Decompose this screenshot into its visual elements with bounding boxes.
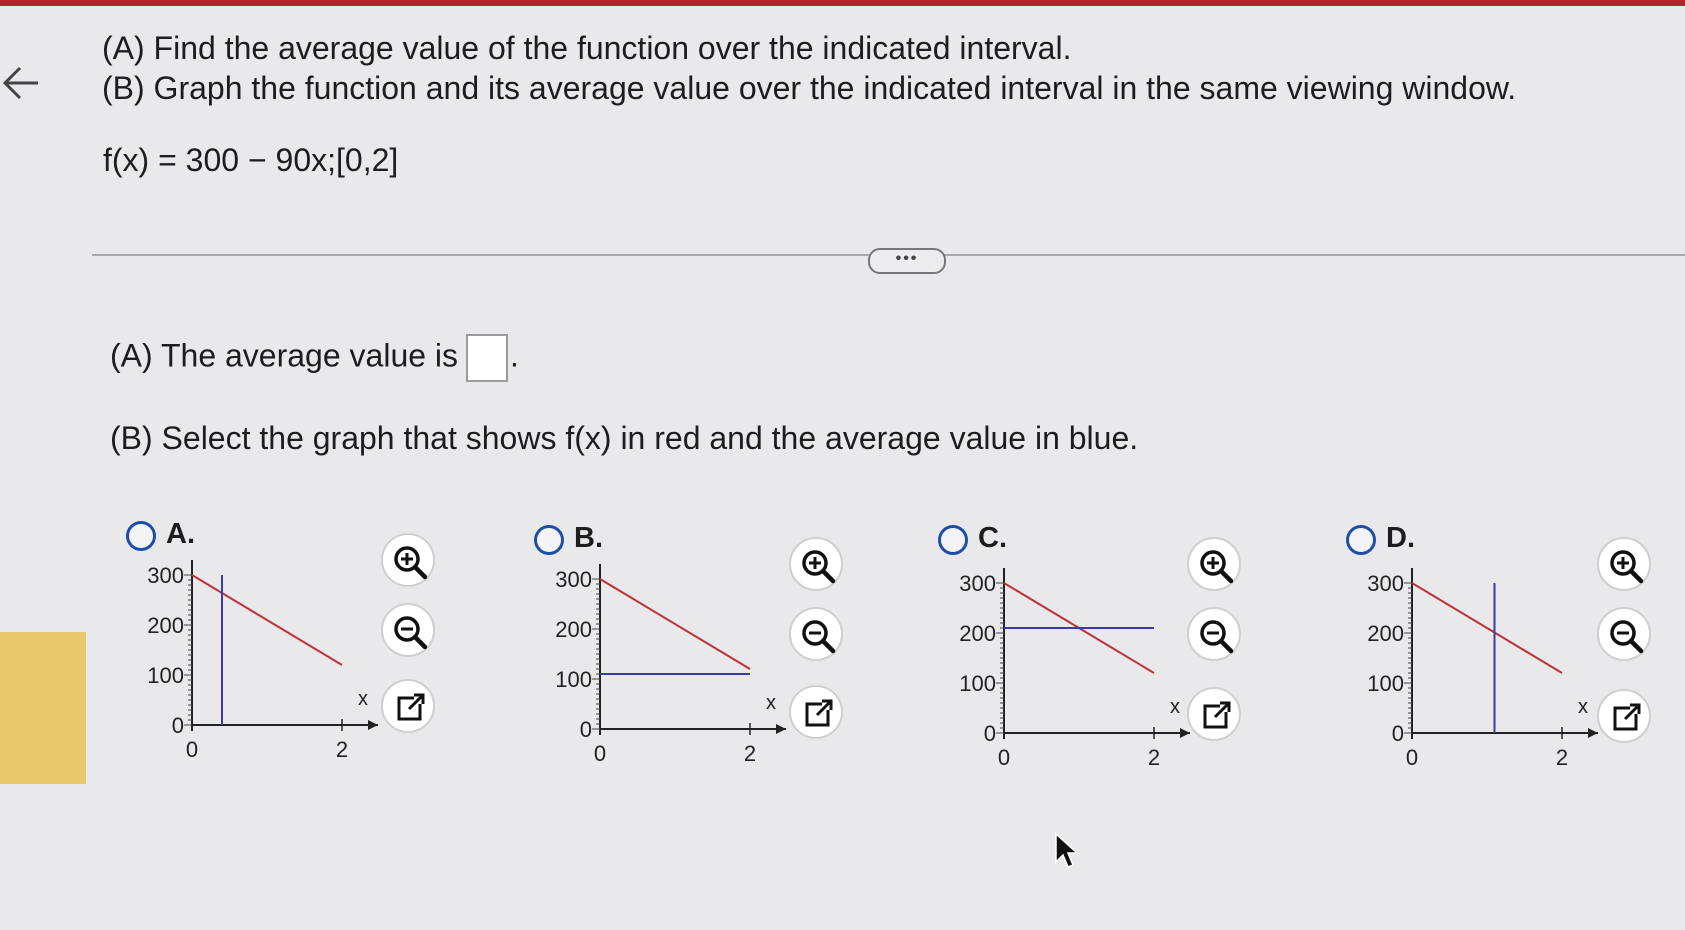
show-more-button[interactable]: ••• — [868, 248, 946, 274]
option-c-label: C. — [978, 522, 1007, 554]
average-value-input[interactable] — [466, 334, 509, 382]
x-axis-title: x — [1578, 696, 1588, 718]
y-tick-label: 100 — [1367, 671, 1404, 696]
part-b-prompt: (B) Select the graph that shows f(x) in … — [110, 420, 1139, 456]
function-line — [191, 574, 343, 666]
function-line — [599, 578, 751, 670]
x-tick-label: 2 — [1148, 745, 1160, 770]
y-tick-label: 0 — [580, 717, 592, 742]
zoom-in-icon[interactable] — [1597, 537, 1651, 591]
popout-icon[interactable] — [1597, 689, 1651, 743]
x-axis-arrow — [776, 724, 786, 734]
y-tick-label: 200 — [147, 613, 184, 638]
function-line — [1411, 582, 1563, 674]
y-tick-label: 300 — [959, 571, 996, 596]
graph-option-a: 300200100002f(x)x — [147, 560, 378, 762]
x-axis-title: x — [766, 692, 776, 714]
part-a-prompt: (A) The average value is. — [110, 334, 519, 382]
x-tick-label: 0 — [186, 737, 198, 762]
y-tick-label: 200 — [555, 617, 592, 642]
x-tick-label: 0 — [998, 745, 1010, 770]
y-tick-label: 0 — [172, 713, 184, 738]
x-axis-arrow — [1588, 728, 1598, 738]
question-line-a: (A) Find the average value of the functi… — [102, 30, 1072, 66]
option-b-label: B. — [574, 522, 603, 554]
popout-icon[interactable] — [381, 679, 435, 733]
y-tick-label: 100 — [555, 667, 592, 692]
y-tick-label: 100 — [959, 671, 996, 696]
option-d-label: D. — [1386, 522, 1415, 554]
zoom-in-icon[interactable] — [381, 533, 435, 587]
option-a-radio[interactable] — [126, 521, 156, 551]
part-a-suffix: . — [510, 337, 519, 374]
x-tick-label: 2 — [744, 741, 756, 766]
x-axis-title: x — [358, 688, 368, 710]
x-axis-arrow — [368, 720, 378, 730]
graph-option-d: 300200100002f(x)x — [1367, 568, 1598, 770]
option-d-radio[interactable] — [1346, 525, 1376, 555]
zoom-out-icon[interactable] — [381, 603, 435, 657]
mouse-cursor-icon — [1054, 832, 1080, 875]
zoom-out-icon[interactable] — [1187, 607, 1241, 661]
y-tick-label: 200 — [1367, 621, 1404, 646]
y-tick-label: 200 — [959, 621, 996, 646]
x-tick-label: 0 — [1406, 745, 1418, 770]
y-tick-label: 100 — [147, 663, 184, 688]
y-tick-label: 0 — [984, 721, 996, 746]
zoom-in-icon[interactable] — [1187, 537, 1241, 591]
zoom-out-icon[interactable] — [1597, 607, 1651, 661]
option-c-radio[interactable] — [938, 525, 968, 555]
option-b-radio[interactable] — [534, 525, 564, 555]
x-tick-label: 0 — [594, 741, 606, 766]
popout-icon[interactable] — [789, 685, 843, 739]
y-tick-label: 300 — [1367, 571, 1404, 596]
x-axis-title: x — [1170, 696, 1180, 718]
function-definition: f(x) = 300 − 90x;[0,2] — [103, 142, 399, 178]
y-tick-label: 0 — [1392, 721, 1404, 746]
option-a-label: A. — [166, 518, 195, 550]
x-tick-label: 2 — [1556, 745, 1568, 770]
question-line-b: (B) Graph the function and its average v… — [102, 70, 1517, 106]
y-tick-label: 300 — [555, 567, 592, 592]
popout-icon[interactable] — [1187, 687, 1241, 741]
top-accent-bar — [0, 0, 1685, 6]
zoom-out-icon[interactable] — [789, 607, 843, 661]
y-tick-label: 300 — [147, 563, 184, 588]
x-tick-label: 2 — [336, 737, 348, 762]
part-a-text: (A) The average value is — [110, 337, 459, 374]
graph-option-b: 300200100002f(x)x — [555, 564, 786, 766]
zoom-in-icon[interactable] — [789, 537, 843, 591]
back-arrow-icon[interactable] — [0, 58, 44, 108]
side-highlight-strip — [0, 632, 86, 784]
